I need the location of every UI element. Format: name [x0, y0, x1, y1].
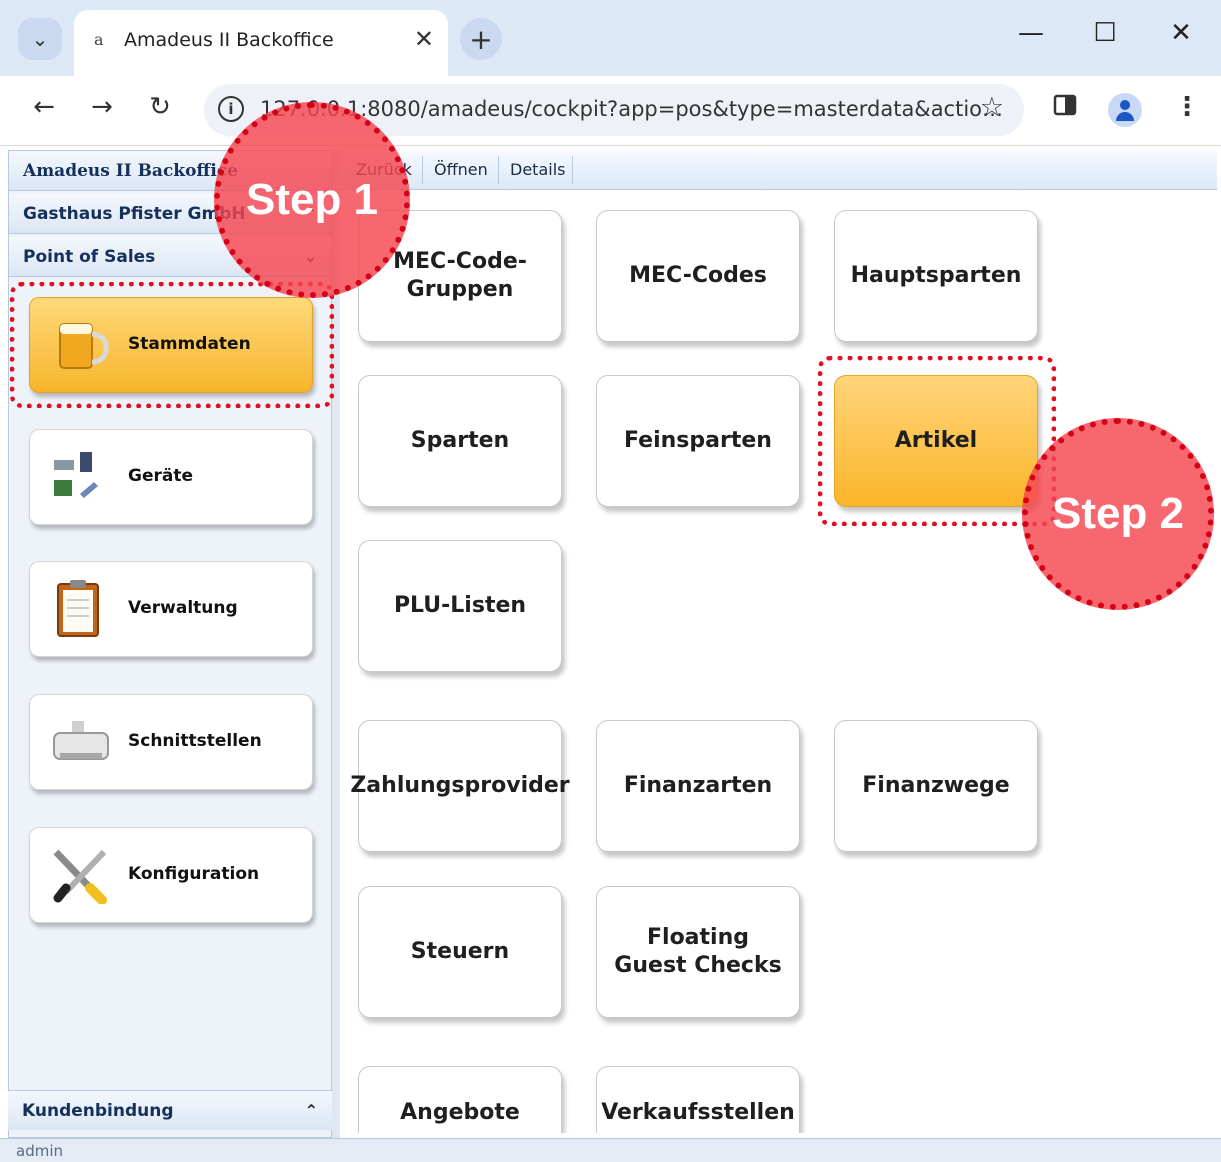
step2-label: Step 2	[1051, 489, 1185, 538]
status-bar: admin	[0, 1138, 1221, 1162]
details-button[interactable]: Details	[510, 160, 565, 179]
tile-finanzwege[interactable]: Finanzwege	[834, 720, 1038, 852]
step1-highlight	[10, 282, 334, 408]
sidebar-item-verwaltung[interactable]: Verwaltung	[29, 561, 313, 657]
info-icon[interactable]: i	[218, 96, 244, 122]
back-arrow-icon[interactable]: ←	[26, 92, 62, 122]
tile-zahlungsprovider[interactable]: Zahlungsprovider	[350, 720, 570, 852]
section-pos-label: Point of Sales	[23, 247, 156, 267]
kebab-menu-icon[interactable]: ⋮	[1174, 92, 1200, 122]
tile-sparten[interactable]: Sparten	[358, 375, 562, 507]
section-company-label: Gasthaus Pfister GmbH	[23, 204, 246, 224]
section-kundenbindung-label: Kundenbindung	[22, 1101, 174, 1121]
sidebar-item-label: Geräte	[128, 466, 193, 486]
sidebar-item-schnittstellen[interactable]: Schnittstellen	[29, 694, 313, 790]
maximize-icon[interactable]: ☐	[1080, 18, 1130, 48]
tile-hauptsparten[interactable]: Hauptsparten	[834, 210, 1038, 342]
step1-badge: Step 1	[214, 102, 410, 298]
tile-finanzarten[interactable]: Finanzarten	[596, 720, 800, 852]
tab-title: Amadeus II Backoffice	[124, 29, 334, 51]
tile-verkaufsstellen[interactable]: Verkaufsstellen	[596, 1066, 800, 1133]
tile-grid: MEC-Code-Gruppen MEC-Codes Hauptsparten …	[340, 190, 1217, 1133]
tile-floating-guest-checks[interactable]: Floating Guest Checks	[596, 886, 800, 1018]
sidebar-item-label: Konfiguration	[128, 864, 260, 884]
toolbar-divider	[422, 156, 423, 184]
app-window: ⌄ a Amadeus II Backoffice ✕ + — ☐ ✕ ← → …	[0, 0, 1221, 1162]
clipboard-icon	[50, 580, 112, 638]
browser-toolbar: ← → ↻ i 127.0.0.1:8080/amadeus/cockpit?a…	[0, 76, 1221, 146]
step1-label: Step 1	[245, 175, 379, 224]
main-toolbar: Zurück Öffnen Details	[340, 150, 1217, 190]
toolbar-divider	[498, 156, 499, 184]
profile-icon[interactable]	[1108, 93, 1142, 127]
tile-steuern[interactable]: Steuern	[358, 886, 562, 1018]
reload-icon[interactable]: ↻	[142, 92, 178, 122]
plus-icon[interactable]: +	[460, 18, 502, 60]
tile-angebote[interactable]: Angebote	[358, 1066, 562, 1133]
close-icon[interactable]: ✕	[414, 25, 434, 53]
chevron-up-icon: ⌃	[304, 1101, 318, 1120]
current-user: admin	[16, 1142, 63, 1160]
toolbar-divider	[572, 156, 573, 184]
sidebar-item-label: Verwaltung	[128, 598, 238, 618]
tools-icon	[50, 846, 112, 905]
chevron-down-icon[interactable]: ⌄	[18, 18, 62, 60]
sidebar-item-label: Schnittstellen	[128, 731, 262, 751]
window-close-icon[interactable]: ✕	[1156, 18, 1206, 48]
tile-mec-codes[interactable]: MEC-Codes	[596, 210, 800, 342]
open-button[interactable]: Öffnen	[434, 160, 488, 179]
star-icon[interactable]: ☆	[980, 92, 1004, 123]
sidebar-item-konfiguration[interactable]: Konfiguration	[29, 827, 313, 923]
section-kundenbindung[interactable]: Kundenbindung ⌃	[8, 1090, 332, 1130]
minimize-icon[interactable]: —	[1006, 18, 1056, 48]
app-title: Amadeus II Backoffice	[23, 161, 238, 181]
tile-feinsparten[interactable]: Feinsparten	[596, 375, 800, 507]
devices-icon	[50, 448, 112, 506]
forward-arrow-icon[interactable]: →	[84, 92, 120, 122]
browser-tab[interactable]: a Amadeus II Backoffice ✕	[74, 10, 448, 76]
sidebar-item-geraete[interactable]: Geräte	[29, 429, 313, 525]
step2-badge: Step 2	[1022, 418, 1214, 610]
url-text[interactable]: 127.0.0.1:8080/amadeus/cockpit?app=pos&t…	[260, 97, 1003, 121]
browser-tab-bar: ⌄ a Amadeus II Backoffice ✕ + — ☐ ✕	[0, 0, 1221, 76]
side-panel-icon[interactable]	[1052, 92, 1078, 125]
printer-icon	[50, 713, 112, 771]
tab-favicon-icon: a	[94, 30, 104, 49]
tile-plu-listen[interactable]: PLU-Listen	[358, 540, 562, 672]
step2-highlight	[818, 356, 1056, 526]
